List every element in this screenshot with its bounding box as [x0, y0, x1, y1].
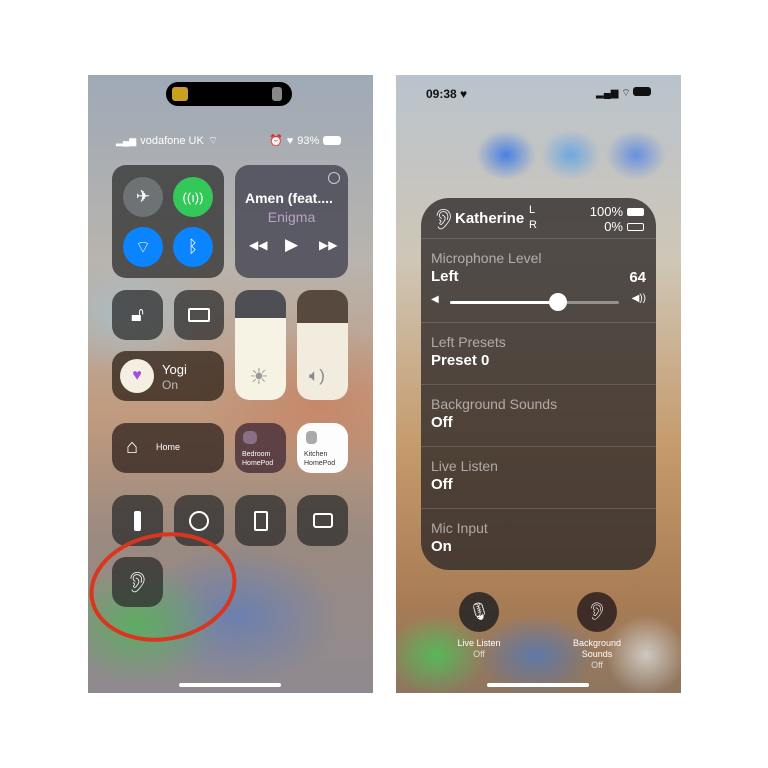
section-value: Preset 0 — [431, 352, 490, 369]
play-button[interactable]: ▶ — [285, 235, 298, 255]
button-label: Background Sounds — [572, 638, 622, 659]
fast-forward-button[interactable]: ▶▶ — [319, 238, 337, 252]
focus-module[interactable]: ♥ Yogi On — [112, 351, 224, 401]
mic-level-value: 64 — [629, 269, 646, 286]
right-label: R — [529, 219, 537, 231]
volume-low-icon: ◀ — [431, 294, 439, 305]
wifi-icon: ⌔ — [207, 135, 219, 147]
volume-high-icon: ◀)) — [631, 293, 646, 304]
button-label: Live Listen — [457, 638, 501, 648]
left-label: L — [529, 204, 536, 216]
orientation-lock-button[interactable]: 🔓︎ — [112, 290, 163, 340]
status-bar-left: ▂▄▆ vodafone UK ⌔ — [116, 134, 218, 148]
heart-icon: ♥ — [286, 134, 294, 147]
status-time: 09:38 ♥ — [426, 87, 468, 101]
slider-thumb[interactable] — [549, 293, 568, 311]
calculator-icon — [253, 510, 268, 531]
microphone-icon: 🎙︎ — [468, 602, 490, 621]
homepod-label: Bedroom HomePod — [242, 451, 274, 467]
button-state: Off — [591, 660, 603, 670]
screen-mirroring-icon — [188, 308, 210, 322]
left-battery-label: 100% — [589, 204, 623, 219]
focus-heart-button[interactable]: ♥ — [120, 359, 154, 393]
signal-icon: ▂▄▆ — [116, 135, 137, 146]
status-bar-right: ⏰ ♥ 93% — [269, 134, 342, 147]
screen-mirroring-button[interactable] — [174, 290, 224, 340]
microphone-level-section: Microphone Level Left 64 ◀ ◀)) — [421, 238, 656, 322]
wifi-button[interactable]: ⌔ — [123, 227, 163, 267]
song-title: Amen (feat.... — [245, 190, 333, 206]
artist-name: Enigma — [267, 209, 316, 225]
airplane-mode-button[interactable]: ✈ — [123, 177, 163, 217]
now-playing-module[interactable]: Amen (feat.... Enigma ◀◀ ▶ ▶▶ — [235, 165, 348, 278]
brightness-icon: ☀ — [249, 364, 269, 389]
dynamic-island[interactable] — [166, 82, 292, 106]
live-listen-section[interactable]: Live Listen Off — [421, 446, 656, 508]
section-value: On — [431, 538, 452, 555]
homepod-icon — [306, 431, 317, 444]
control-center-screen: ▂▄▆ vodafone UK ⌔ ⏰ ♥ 93% ✈ ((ı)) ⌔ ᛒ Am… — [88, 75, 373, 693]
live-listen-caption: Live Listen Off — [429, 638, 529, 660]
carrier-label: vodafone UK — [140, 135, 204, 147]
ear-sound-icon: 👂︎ — [586, 602, 608, 621]
camera-icon — [312, 513, 333, 528]
home-indicator[interactable] — [179, 683, 281, 687]
homepod-label: Kitchen HomePod — [304, 451, 336, 467]
hearing-device-panel: 👂︎ Katherine L R 100% 0% Microphone Leve… — [421, 198, 656, 570]
mic-level-side: Left — [431, 268, 459, 285]
device-name: Katherine — [455, 210, 525, 227]
hearing-devices-screen: 09:38 ♥ ▂▄▆ ⌔ 👂︎ Katherine L R 100% 0% M… — [396, 75, 681, 693]
left-battery: 100% — [590, 204, 644, 219]
section-label: Background Sounds — [431, 396, 558, 412]
background-sounds-caption: Background Sounds Off — [562, 638, 632, 671]
homepod-icon — [272, 87, 282, 101]
home-label: Home — [156, 442, 181, 452]
connectivity-module: ✈ ((ı)) ⌔ ᛒ — [112, 165, 224, 278]
battery-label: 93% — [297, 134, 320, 147]
battery-icon — [323, 136, 342, 145]
battery-full-icon — [627, 207, 644, 216]
section-label: Left Presets — [431, 334, 506, 350]
volume-slider[interactable]: 🔈︎) — [297, 290, 348, 400]
battery-empty-icon — [627, 222, 644, 231]
section-label: Mic Input — [431, 520, 488, 536]
airplay-icon[interactable] — [328, 172, 340, 184]
lock-rotation-icon: 🔓︎ — [131, 303, 144, 326]
focus-state: On — [162, 378, 179, 392]
section-value: Off — [431, 476, 453, 493]
time-label: 09:38 — [426, 87, 457, 101]
mic-input-section[interactable]: Mic Input On — [421, 508, 656, 570]
section-value: Off — [431, 414, 453, 431]
brightness-slider[interactable]: ☀ — [235, 290, 286, 400]
home-button[interactable]: ⌂ Home — [112, 423, 224, 473]
mic-level-slider[interactable] — [450, 293, 619, 311]
rewind-button[interactable]: ◀◀ — [249, 238, 267, 252]
status-icons: ▂▄▆ ⌔ — [596, 87, 652, 100]
home-indicator[interactable] — [487, 683, 589, 687]
cellular-data-button[interactable]: ((ı)) — [173, 177, 213, 217]
house-icon: ⌂ — [126, 436, 139, 458]
mic-level-label: Microphone Level — [431, 250, 542, 266]
background-sounds-button[interactable]: 👂︎ — [577, 592, 617, 632]
right-battery-label: 0% — [604, 219, 623, 234]
kitchen-homepod-button[interactable]: Kitchen HomePod — [297, 423, 348, 473]
homepod-icon — [243, 431, 257, 444]
speaker-icon: 🔈︎) — [309, 366, 325, 385]
album-art-icon — [172, 87, 188, 101]
bluetooth-button[interactable]: ᛒ — [173, 227, 213, 267]
bedroom-homepod-button[interactable]: Bedroom HomePod — [235, 423, 286, 473]
focus-name: Yogi — [162, 362, 187, 377]
live-listen-button[interactable]: 🎙︎ — [459, 592, 499, 632]
left-presets-section[interactable]: Left Presets Preset 0 — [421, 322, 656, 384]
alarm-icon: ⏰ — [269, 135, 283, 147]
section-label: Live Listen — [431, 458, 498, 474]
button-state: Off — [473, 649, 485, 659]
camera-button[interactable] — [297, 495, 348, 546]
ear-icon: 👂︎ — [431, 209, 457, 231]
background-sounds-section[interactable]: Background Sounds Off — [421, 384, 656, 446]
annotation-circle — [89, 532, 237, 642]
right-battery: 0% — [604, 219, 644, 234]
